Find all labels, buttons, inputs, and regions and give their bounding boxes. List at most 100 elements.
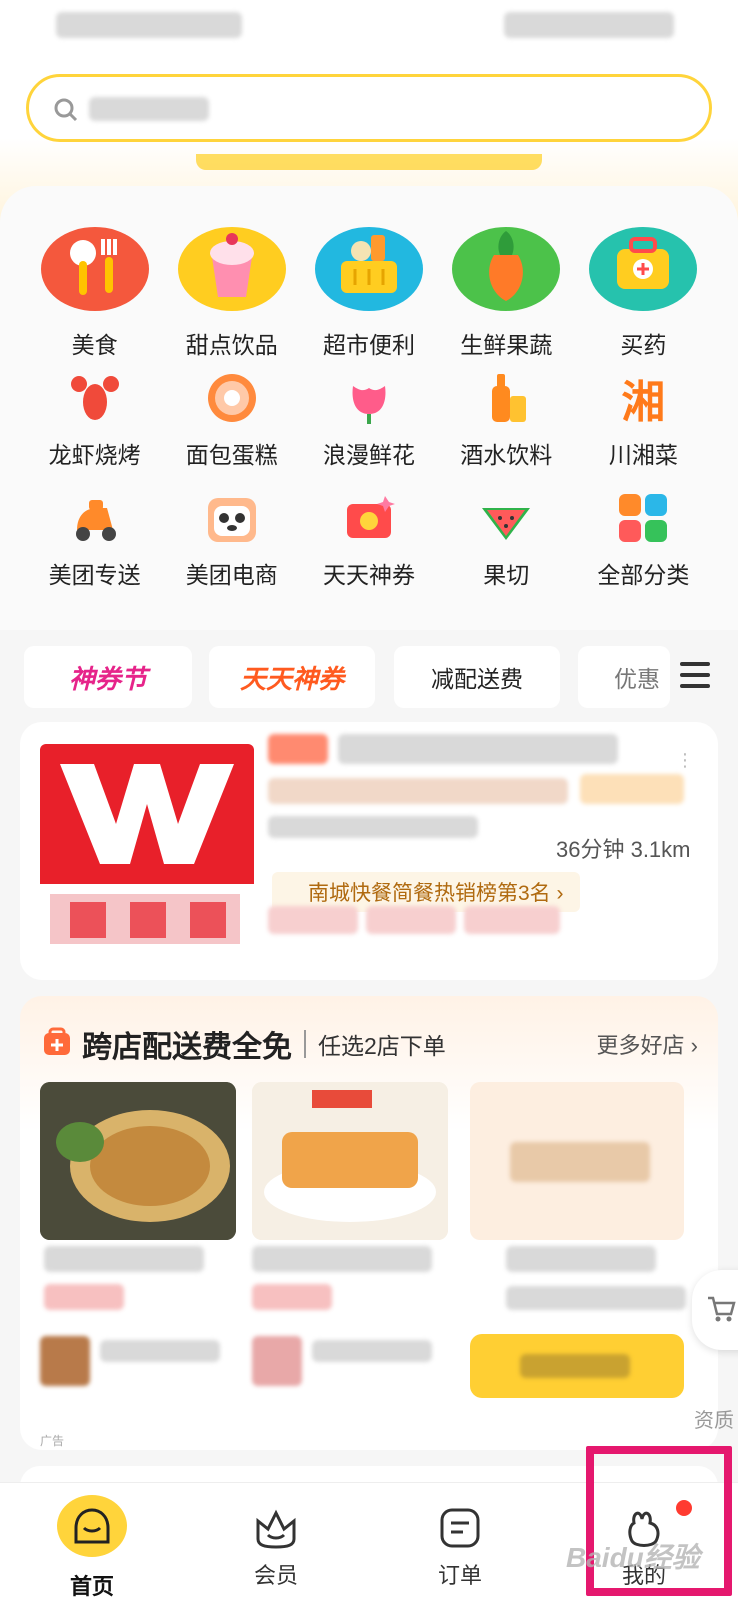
category-supermarket[interactable]: 超市便利 [300, 212, 437, 360]
order-button[interactable] [470, 1334, 684, 1398]
category-label: 甜点饮品 [185, 332, 278, 358]
more-stores-link[interactable]: 更多好店 › [597, 1028, 698, 1060]
scooter-icon [65, 488, 125, 548]
category-label: 天天神券 [322, 562, 415, 588]
medicine-box-icon [587, 212, 699, 318]
category-meituan-delivery[interactable]: 美团专送 [26, 488, 163, 606]
category-label: 面包蛋糕 [185, 442, 278, 468]
food-image-1[interactable] [40, 1082, 236, 1240]
member-crown-icon [252, 1507, 300, 1554]
panda-icon [202, 488, 262, 548]
category-fruit-cuts[interactable]: 果切 [438, 488, 575, 606]
category-meituan-ecommerce[interactable]: 美团电商 [163, 488, 300, 606]
promo-chip-reduced-delivery[interactable]: 减配送费 [394, 646, 560, 708]
xiang-glyph: 湘 [621, 378, 666, 427]
category-bread-cake[interactable]: 面包蛋糕 [163, 368, 300, 486]
ad-label: 广告 [40, 1434, 65, 1448]
category-label: 川湘菜 [608, 442, 678, 468]
store-discount-tag-blurred [464, 906, 560, 934]
cross-store-title: 跨店配送费全免 [82, 1031, 292, 1064]
promo-chip-discount[interactable]: 优惠 [578, 646, 670, 708]
food-image-2[interactable] [252, 1082, 448, 1240]
cross-store-header: 跨店配送费全免 任选2店下单 [42, 1022, 446, 1066]
order-button-text-blurred [520, 1354, 630, 1378]
category-dessert-drinks[interactable]: 甜点饮品 [163, 212, 300, 360]
item-name-blurred [252, 1246, 432, 1272]
tab-label: 会员 [253, 1563, 298, 1588]
store-card[interactable]: 36分钟 3.1km 南城快餐简餐热销榜第3名 › ⋮ [20, 722, 718, 980]
category-fresh-produce[interactable]: 生鲜果蔬 [438, 212, 575, 360]
category-label: 酒水饮料 [460, 442, 553, 468]
category-all[interactable]: 全部分类 [575, 488, 712, 606]
store-discount-tag-blurred [268, 906, 358, 934]
flower-icon [339, 368, 399, 428]
category-label: 超市便利 [322, 332, 415, 358]
mini-store-thumb [40, 1336, 90, 1386]
drinks-icon [476, 368, 536, 428]
filter-menu-icon[interactable] [680, 662, 710, 693]
tab-label: 订单 [437, 1563, 482, 1588]
promo-chip-daily-coupons[interactable]: 天天神券 [209, 646, 375, 708]
qualification-link[interactable]: 资质 [694, 1404, 734, 1433]
category-label: 全部分类 [597, 562, 690, 588]
cross-store-subtitle: 任选2店下单 [318, 1033, 446, 1059]
category-sichuan-hunan[interactable]: 湘 川湘菜 [575, 368, 712, 486]
store-discount-tag-blurred [366, 906, 456, 934]
category-lobster-bbq[interactable]: 龙虾烧烤 [26, 368, 163, 486]
item-price-blurred [44, 1284, 124, 1310]
floating-cart-button[interactable] [692, 1270, 738, 1350]
watermark: Baidu经验 [566, 1542, 700, 1573]
header-tab-indicator [196, 154, 542, 170]
category-label: 买药 [620, 332, 667, 358]
tab-home[interactable]: 首页 [22, 1483, 162, 1600]
promo-chip-coupon-festival[interactable]: 神券节 [24, 646, 192, 708]
mini-store-name-blurred [312, 1340, 432, 1362]
status-carrier-blurred [56, 12, 242, 38]
category-grid: 美食 甜点饮品 超市便利 生鲜果蔬 买药 龙虾烧烤 面包蛋糕 浪漫鲜花 酒水饮料… [26, 212, 712, 606]
item-price-blurred [252, 1284, 332, 1310]
cross-store-card: 跨店配送费全免 任选2店下单 更多好店 › 广告 [20, 996, 718, 1450]
coupon-icon [339, 488, 399, 548]
promo-chip-row: 神券节 天天神券 减配送费 优惠 [24, 646, 714, 708]
item-name-blurred [506, 1246, 656, 1272]
tab-member[interactable]: 会员 [206, 1483, 346, 1600]
category-label: 美团电商 [185, 562, 278, 588]
item-fee-blurred [506, 1286, 686, 1310]
food-image-3[interactable] [470, 1082, 684, 1240]
tab-orders[interactable]: 订单 [390, 1483, 530, 1600]
item-name-blurred [44, 1246, 204, 1272]
store-rating-blurred [268, 778, 568, 804]
search-text-blurred [89, 97, 209, 121]
store-fee-blurred [268, 816, 478, 838]
category-label: 龙虾烧烤 [48, 442, 141, 468]
more-options-icon[interactable]: ⋮ [676, 750, 694, 771]
category-label: 美食 [71, 332, 118, 358]
mini-store-thumb [252, 1336, 302, 1386]
order-icon [438, 1507, 482, 1554]
icecream-cup-icon [176, 212, 288, 318]
home-icon [57, 1495, 127, 1557]
category-drinks[interactable]: 酒水饮料 [438, 368, 575, 486]
category-label: 生鲜果蔬 [460, 332, 553, 358]
category-label: 果切 [483, 562, 530, 588]
xiang-character-icon: 湘 [613, 368, 673, 428]
category-medicine[interactable]: 买药 [575, 212, 712, 360]
cart-icon [706, 1294, 736, 1329]
store-logo [40, 744, 254, 954]
category-flowers[interactable]: 浪漫鲜花 [300, 368, 437, 486]
lobster-icon [65, 368, 125, 428]
category-label: 美团专送 [48, 562, 141, 588]
status-icons-blurred [504, 12, 674, 38]
store-name-blurred [338, 734, 618, 764]
mini-store-name-blurred [100, 1340, 220, 1362]
tab-label: 首页 [69, 1574, 114, 1599]
divider [304, 1030, 306, 1058]
category-daily-coupons[interactable]: 天天神券 [300, 488, 437, 606]
shopping-basket-icon [313, 212, 425, 318]
food-text-blurred [510, 1142, 650, 1182]
search-bar[interactable] [26, 74, 712, 142]
search-icon [53, 97, 79, 128]
status-bar [0, 0, 738, 50]
category-food[interactable]: 美食 [26, 212, 163, 360]
all-categories-icon [613, 488, 673, 548]
